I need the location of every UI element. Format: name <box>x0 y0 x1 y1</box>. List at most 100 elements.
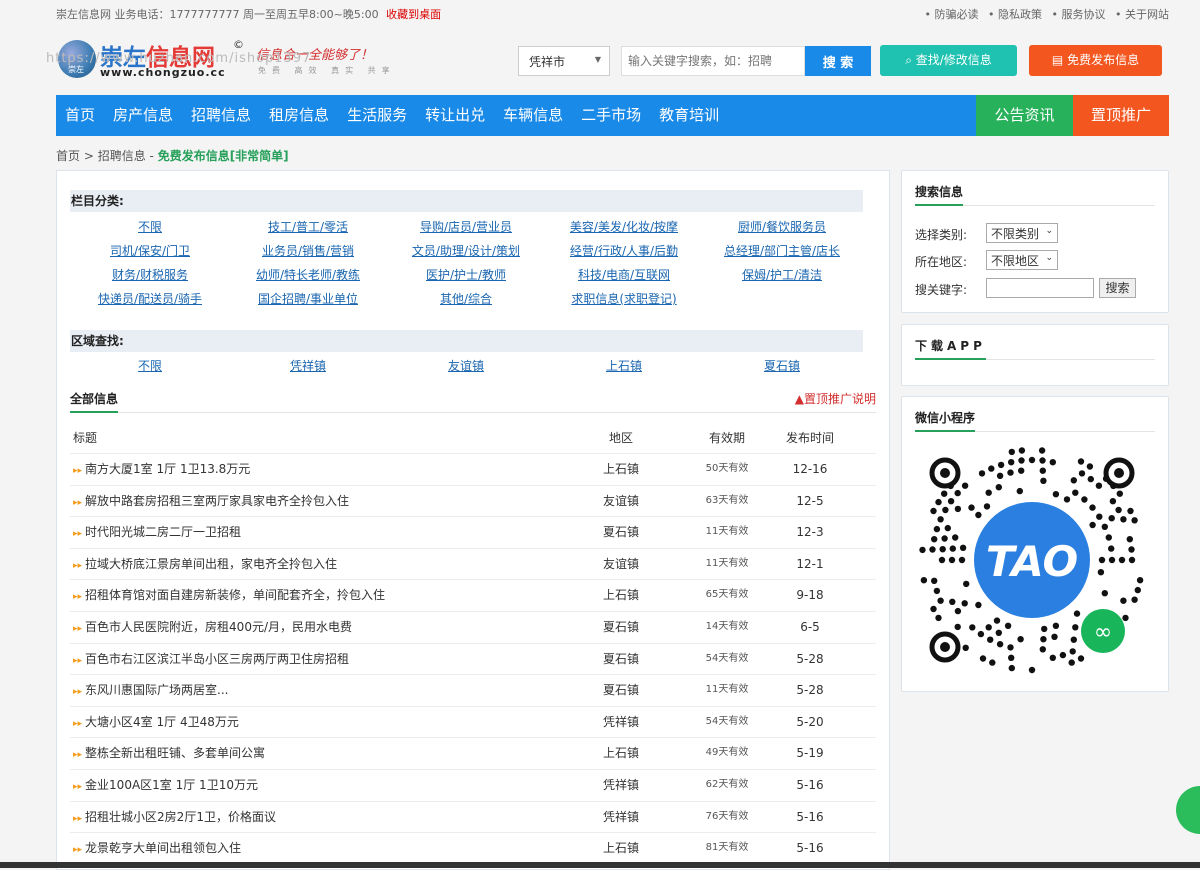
area-link[interactable]: 上石镇 <box>545 357 703 375</box>
category-link[interactable]: 国企招聘/事业单位 <box>229 287 387 311</box>
row-validity: 76天有效 <box>705 810 749 822</box>
breadcrumb-home[interactable]: 首页 <box>56 149 80 163</box>
row-title[interactable]: ▸▸ 整栋全新出租旺铺、多套单间公寓 <box>73 738 265 770</box>
promo-note-link[interactable]: ▲置顶推广说明 <box>795 390 876 407</box>
category-link[interactable] <box>703 287 861 311</box>
main-nav: 首页 房产信息 招聘信息 租房信息 生活服务 转让出兑 车辆信息 二手市场 教育… <box>56 95 1169 136</box>
wechat-float-button[interactable] <box>1176 786 1200 834</box>
category-link[interactable]: 快递员/配送员/骑手 <box>71 287 229 311</box>
category-link[interactable]: 保姆/护工/清洁 <box>703 263 861 287</box>
nav-education[interactable]: 教育培训 <box>650 95 728 136</box>
area-link[interactable]: 友谊镇 <box>387 357 545 375</box>
table-row[interactable]: ▸▸ 龙景乾亨大单间出租领包入住 上石镇 81天有效 5-16 <box>70 833 876 865</box>
table-row[interactable]: ▸▸ 南方大厦1室 1厅 1卫13.8万元 上石镇 50天有效 12-16 <box>70 454 876 486</box>
table-row[interactable]: ▸▸ 解放中路套房招租三室两厅家具家电齐全拎包入住 友谊镇 63天有效 12-5 <box>70 486 876 518</box>
row-title[interactable]: ▸▸ 百色市人民医院附近，房租400元/月，民用水电费 <box>73 612 352 644</box>
row-date: 12-3 <box>796 525 824 540</box>
breadcrumb-section[interactable]: 招聘信息 <box>98 149 146 163</box>
table-row[interactable]: ▸▸ 百色市人民医院附近，房租400元/月，民用水电费 夏石镇 14天有效 6-5 <box>70 612 876 644</box>
row-validity: 63天有效 <box>705 494 749 506</box>
row-title[interactable]: ▸▸ 时代阳光城二房二厅一卫招租 <box>73 517 241 549</box>
row-title[interactable]: ▸▸ 解放中路套房招租三室两厅家具家电齐全拎包入住 <box>73 486 349 518</box>
nav-promo[interactable]: 置顶推广 <box>1073 95 1169 136</box>
category-link[interactable]: 文员/助理/设计/策划 <box>387 239 545 263</box>
row-date: 12-5 <box>796 493 824 508</box>
area-link[interactable]: 夏石镇 <box>703 357 861 375</box>
nav-secondhand[interactable]: 二手市场 <box>572 95 650 136</box>
publish-button[interactable]: ▤ 免费发布信息 <box>1029 45 1162 76</box>
row-title[interactable]: ▸▸ 招租壮城小区2房2厅1卫，价格面议 <box>73 802 276 834</box>
row-date: 5-16 <box>796 777 824 792</box>
info-table: 标题 地区 有效期 发布时间 ▸▸ 南方大厦1室 1厅 1卫13.8万元 上石镇 50… <box>70 423 876 865</box>
site-logo[interactable]: 崇左 崇左信息网 © www.chongzuo.cc 信息合一全能够了！ 免费 … <box>46 38 396 84</box>
city-select[interactable]: 凭祥市 ▼ <box>518 46 610 76</box>
terms-link[interactable]: • 服务协议 <box>1052 8 1106 21</box>
category-link[interactable]: 导购/店员/营业员 <box>387 215 545 239</box>
row-title[interactable]: ▸▸ 龙景乾亨大单间出租领包入住 <box>73 833 241 865</box>
row-date: 5-20 <box>796 714 824 729</box>
nav-notice[interactable]: 公告资讯 <box>976 95 1073 136</box>
privacy-link[interactable]: • 隐私政策 <box>988 8 1042 21</box>
table-row[interactable]: ▸▸ 金业100A区1室 1厅 1卫10万元 凭祥镇 62天有效 5-16 <box>70 770 876 802</box>
find-edit-button[interactable]: ⌕ 查找/修改信息 <box>880 45 1017 76</box>
nav-vehicles[interactable]: 车辆信息 <box>494 95 572 136</box>
sidebar-search-button[interactable]: 搜索 <box>1099 278 1136 298</box>
row-area: 友谊镇 <box>602 493 639 508</box>
row-title[interactable]: ▸▸ 招租体育馆对面自建房新装修，单间配套齐全，拎包入住 <box>73 580 385 612</box>
category-link[interactable]: 厨师/餐饮服务员 <box>703 215 861 239</box>
antifraud-link[interactable]: • 防骗必读 <box>925 8 979 21</box>
category-link[interactable]: 经营/行政/人事/后勤 <box>545 239 703 263</box>
category-link[interactable]: 科技/电商/互联网 <box>545 263 703 287</box>
row-title[interactable]: ▸▸ 大塘小区4室 1厅 4卫48万元 <box>73 707 239 739</box>
table-row[interactable]: ▸▸ 拉域大桥底江景房单间出租，家电齐全拎包入住 友谊镇 11天有效 12-1 <box>70 549 876 581</box>
nav-life[interactable]: 生活服务 <box>338 95 416 136</box>
category-link[interactable]: 财务/财税服务 <box>71 263 229 287</box>
table-row[interactable]: ▸▸ 东风川惠国际广场两居室... 夏石镇 11天有效 5-28 <box>70 675 876 707</box>
table-row[interactable]: ▸▸ 百色市右江区滨江半岛小区三房两厅两卫住房招租 夏石镇 54天有效 5-28 <box>70 644 876 676</box>
row-title[interactable]: ▸▸ 东风川惠国际广场两居室... <box>73 675 229 707</box>
search-input[interactable] <box>621 46 805 76</box>
nav-rent[interactable]: 租房信息 <box>260 95 338 136</box>
table-header: 标题 地区 有效期 发布时间 <box>70 423 876 454</box>
table-row[interactable]: ▸▸ 大塘小区4室 1厅 4卫48万元 凭祥镇 54天有效 5-20 <box>70 707 876 739</box>
table-row[interactable]: ▸▸ 整栋全新出租旺铺、多套单间公寓 上石镇 49天有效 5-19 <box>70 738 876 770</box>
row-title[interactable]: ▸▸ 拉域大桥底江景房单间出租，家电齐全拎包入住 <box>73 549 337 581</box>
category-grid: 不限 技工/普工/零活 导购/店员/营业员 美容/美发/化妆/按摩 厨师/餐饮服… <box>71 215 861 311</box>
row-title[interactable]: ▸▸ 南方大厦1室 1厅 1卫13.8万元 <box>73 454 250 486</box>
keyword-input[interactable] <box>986 278 1094 298</box>
category-link[interactable]: 技工/普工/零活 <box>229 215 387 239</box>
search-button[interactable]: 搜 索 <box>805 46 871 76</box>
nav-jobs[interactable]: 招聘信息 <box>182 95 260 136</box>
table-row[interactable]: ▸▸ 招租体育馆对面自建房新装修，单间配套齐全，拎包入住 上石镇 65天有效 9-18 <box>70 580 876 612</box>
nav-home[interactable]: 首页 <box>56 95 104 136</box>
favorite-link[interactable]: 收藏到桌面 <box>386 8 441 21</box>
row-date: 12-1 <box>796 556 824 571</box>
category-link[interactable]: 司机/保安/门卫 <box>71 239 229 263</box>
category-link[interactable]: 不限 <box>71 215 229 239</box>
category-link[interactable]: 医护/护士/教师 <box>387 263 545 287</box>
category-link[interactable]: 总经理/部门主管/店长 <box>703 239 861 263</box>
category-link[interactable]: 求职信息(求职登记) <box>545 287 703 311</box>
category-link[interactable]: 幼师/特长老师/教练 <box>229 263 387 287</box>
row-title[interactable]: ▸▸ 金业100A区1室 1厅 1卫10万元 <box>73 770 258 802</box>
row-validity: 65天有效 <box>705 589 749 601</box>
table-row[interactable]: ▸▸ 时代阳光城二房二厅一卫招租 夏石镇 11天有效 12-3 <box>70 517 876 549</box>
list-title: 全部信息 <box>70 390 119 413</box>
table-row[interactable]: ▸▸ 招租壮城小区2房2厅1卫，价格面议 凭祥镇 76天有效 5-16 <box>70 802 876 834</box>
row-validity: 14天有效 <box>705 620 749 632</box>
arrow-icon: ▸▸ <box>73 466 83 476</box>
category-link[interactable]: 业务员/销售/营销 <box>229 239 387 263</box>
nav-transfer[interactable]: 转让出兑 <box>416 95 494 136</box>
chevron-down-icon: ⌄ <box>1045 226 1053 236</box>
row-date: 5-28 <box>796 651 824 666</box>
row-title[interactable]: ▸▸ 百色市右江区滨江半岛小区三房两厅两卫住房招租 <box>73 644 349 676</box>
about-link[interactable]: • 关于网站 <box>1115 8 1169 21</box>
area-select[interactable]: 不限地区 ⌄ <box>986 250 1058 270</box>
area-link[interactable]: 凭祥镇 <box>229 357 387 375</box>
category-link[interactable]: 其他/综合 <box>387 287 545 311</box>
category-link[interactable]: 美容/美发/化妆/按摩 <box>545 215 703 239</box>
type-select[interactable]: 不限类别 ⌄ <box>986 223 1058 243</box>
nav-property[interactable]: 房产信息 <box>104 95 182 136</box>
area-link[interactable]: 不限 <box>71 357 229 375</box>
app-download-title[interactable]: 下载APP <box>915 337 986 360</box>
